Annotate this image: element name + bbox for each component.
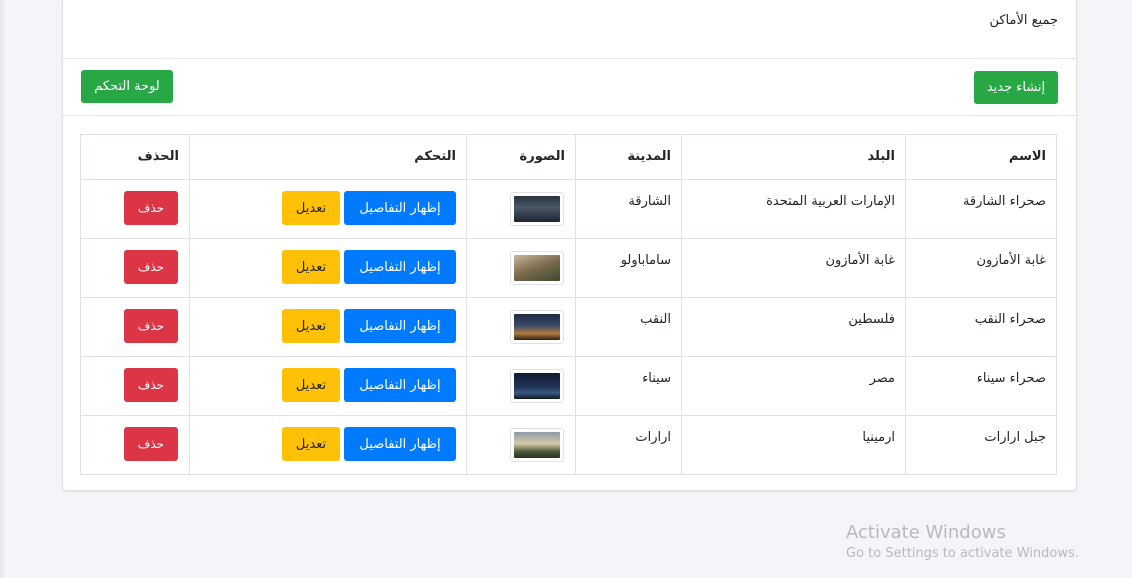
cell-city: ارارات (575, 415, 682, 475)
header-city: المدينة (575, 134, 682, 180)
cell-city: النقب (575, 297, 682, 357)
dashboard-button[interactable]: لوحة التحكم (81, 70, 173, 103)
page-edge-shadow (0, 0, 6, 578)
table-row: صحراء الشارقة الإمارات العربية المتحدة ا… (80, 179, 1057, 239)
cell-country: مصر (681, 356, 906, 416)
delete-button[interactable]: حذف (124, 250, 178, 284)
cell-name: صحراء سيناء (905, 356, 1057, 416)
header-photo: الصورة (466, 134, 576, 180)
cell-city: ساماباولو (575, 238, 682, 298)
edit-button[interactable]: تعديل (282, 191, 340, 225)
delete-button[interactable]: حذف (124, 309, 178, 343)
edit-button[interactable]: تعديل (282, 309, 340, 343)
cell-photo (466, 415, 576, 475)
edit-button[interactable]: تعديل (282, 427, 340, 461)
delete-button[interactable]: حذف (124, 368, 178, 402)
cell-delete: حذف (80, 356, 190, 416)
watermark-title: Activate Windows (846, 522, 1006, 543)
page-title: جميع الأماكن (989, 13, 1058, 28)
delete-button[interactable]: حذف (124, 427, 178, 461)
activate-windows-watermark: Activate Windows Go to Settings to activ… (846, 522, 1079, 561)
delete-button[interactable]: حذف (124, 191, 178, 225)
place-thumbnail[interactable] (510, 192, 564, 226)
show-details-button[interactable]: إظهار التفاصيل (344, 368, 456, 402)
table-row: غابة الأمازون غابة الأمازون ساماباولو إظ… (80, 238, 1057, 298)
cell-control: إظهار التفاصيل تعديل (189, 297, 467, 357)
show-details-button[interactable]: إظهار التفاصيل (344, 191, 456, 225)
cell-delete: حذف (80, 415, 190, 475)
table-header-row: الاسم البلد المدينة الصورة التحكم الحذف (80, 134, 1057, 180)
show-details-button[interactable]: إظهار التفاصيل (344, 427, 456, 461)
places-table: الاسم البلد المدينة الصورة التحكم الحذف … (80, 134, 1057, 475)
cell-photo (466, 297, 576, 357)
cell-city: الشارقة (575, 179, 682, 239)
create-new-button[interactable]: إنشاء جديد (974, 71, 1058, 104)
table-row: صحراء سيناء مصر سيناء إظهار التفاصيل تعد… (80, 356, 1057, 416)
watermark-subtitle: Go to Settings to activate Windows. (846, 546, 1079, 561)
table-row: جبل ارارات ارمينيا ارارات إظهار التفاصيل… (80, 415, 1057, 475)
card-header: جميع الأماكن (63, 0, 1076, 59)
cell-control: إظهار التفاصيل تعديل (189, 415, 467, 475)
edit-button[interactable]: تعديل (282, 368, 340, 402)
cell-delete: حذف (80, 297, 190, 357)
place-thumbnail[interactable] (510, 310, 564, 344)
show-details-button[interactable]: إظهار التفاصيل (344, 309, 456, 343)
toolbar: إنشاء جديد لوحة التحكم (63, 59, 1076, 116)
show-details-button[interactable]: إظهار التفاصيل (344, 250, 456, 284)
cell-country: غابة الأمازون (681, 238, 906, 298)
cell-control: إظهار التفاصيل تعديل (189, 356, 467, 416)
header-country: البلد (681, 134, 906, 180)
place-thumbnail[interactable] (510, 369, 564, 403)
cell-control: إظهار التفاصيل تعديل (189, 179, 467, 239)
place-thumbnail[interactable] (510, 428, 564, 462)
header-name: الاسم (905, 134, 1057, 180)
edit-button[interactable]: تعديل (282, 250, 340, 284)
header-control: التحكم (189, 134, 467, 180)
cell-country: ارمينيا (681, 415, 906, 475)
cell-photo (466, 238, 576, 298)
cell-name: صحراء الشارقة (905, 179, 1057, 239)
cell-name: صحراء النقب (905, 297, 1057, 357)
table-row: صحراء النقب فلسطين النقب إظهار التفاصيل … (80, 297, 1057, 357)
cell-name: غابة الأمازون (905, 238, 1057, 298)
cell-name: جبل ارارات (905, 415, 1057, 475)
cell-photo (466, 179, 576, 239)
header-delete: الحذف (80, 134, 190, 180)
cell-delete: حذف (80, 238, 190, 298)
cell-country: فلسطين (681, 297, 906, 357)
place-thumbnail[interactable] (510, 251, 564, 285)
cell-control: إظهار التفاصيل تعديل (189, 238, 467, 298)
cell-photo (466, 356, 576, 416)
cell-city: سيناء (575, 356, 682, 416)
cell-country: الإمارات العربية المتحدة (681, 179, 906, 239)
cell-delete: حذف (80, 179, 190, 239)
